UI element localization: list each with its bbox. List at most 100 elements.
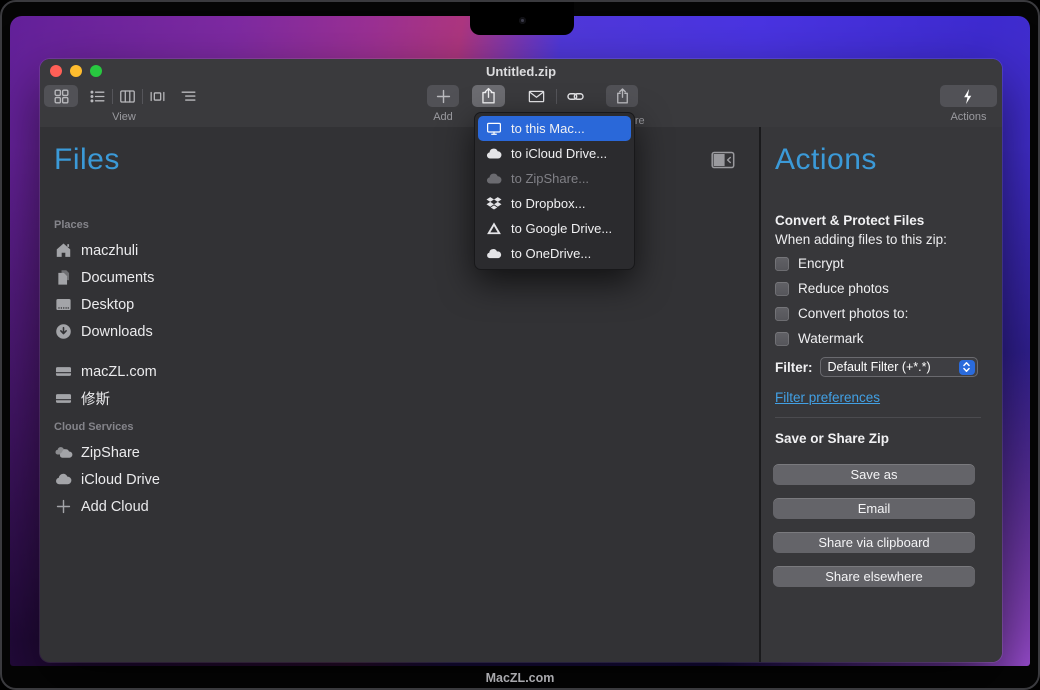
cloud-icon	[485, 170, 503, 188]
stepper-icon	[959, 360, 975, 375]
lightning-icon	[959, 87, 978, 106]
list-view-icon[interactable]	[88, 87, 107, 106]
gallery-view-icon[interactable]	[148, 87, 167, 106]
sidebar-item-desktop[interactable]: Desktop	[54, 291, 160, 318]
zoom-button[interactable]	[90, 65, 102, 77]
filter-preferences-link[interactable]: Filter preferences	[775, 390, 880, 405]
checkbox-row-watermark: Watermark	[775, 326, 991, 351]
checkbox-label: Watermark	[798, 331, 864, 346]
checkbox-reduce-photos[interactable]	[775, 282, 789, 296]
checkbox-watermark[interactable]	[775, 332, 789, 346]
menu-item-to-this-mac[interactable]: to this Mac...	[478, 116, 631, 141]
actions-group-label: Actions	[930, 111, 1002, 123]
sidebar-item-label: macZL.com	[81, 364, 157, 380]
checkbox-encrypt[interactable]	[775, 257, 789, 271]
files-title: Files	[54, 143, 120, 177]
display-notch	[470, 2, 574, 35]
sidebar-item-maczhuli[interactable]: maczhuli	[54, 237, 160, 264]
googledrive-icon	[485, 220, 503, 238]
menu-item-label: to OneDrive...	[511, 246, 591, 261]
sidebar-item-zipshare[interactable]: ZipShare	[54, 439, 160, 466]
filter-row: Filter: Default Filter (+*.*)	[775, 357, 991, 377]
drive-icon	[54, 362, 73, 381]
sidebar-section: Places maczhuli Documents Desktop Downloads	[54, 219, 160, 345]
grid-view-button[interactable]	[44, 85, 78, 107]
convert-subheading: When adding files to this zip:	[775, 230, 991, 249]
sidebar-section-label: Places	[54, 219, 160, 232]
checkbox-label: Encrypt	[798, 256, 844, 271]
menu-item-to-onedrive[interactable]: to OneDrive...	[478, 241, 631, 266]
email-button[interactable]: Email	[773, 498, 975, 519]
checkbox-label: Convert photos to:	[798, 306, 908, 321]
envelope-icon[interactable]	[527, 87, 546, 106]
camera-icon	[519, 17, 526, 24]
bezel-watermark: MacZL.com	[2, 671, 1038, 685]
menu-item-label: to Google Drive...	[511, 221, 612, 236]
sidebar-section: Cloud Services ZipShare iCloud Drive Add Cl…	[54, 421, 160, 520]
actions-button[interactable]	[940, 85, 997, 107]
toolbar-separator	[142, 89, 143, 104]
downloads-icon	[54, 322, 73, 341]
sidebar-item-label: Documents	[81, 270, 154, 286]
sidebar-section: macZL.com 修斯	[54, 358, 160, 412]
actions-flow: Convert & Protect Files When adding file…	[773, 211, 991, 600]
toolbar-separator	[556, 89, 557, 104]
collapse-panel-button[interactable]	[711, 150, 735, 169]
minimize-button[interactable]	[70, 65, 82, 77]
share-elsewhere-button[interactable]: Share elsewhere	[773, 566, 975, 587]
menu-item-to-zipshare[interactable]: to ZipShare...	[478, 166, 631, 191]
drive-icon	[54, 389, 73, 408]
add-group: Add	[427, 85, 459, 123]
dropbox-icon	[485, 195, 503, 213]
filter-label: Filter:	[775, 360, 813, 375]
sidebar-item-修斯[interactable]: 修斯	[54, 385, 160, 412]
share-button[interactable]	[606, 85, 638, 107]
sidebar-item-documents[interactable]: Documents	[54, 264, 160, 291]
checkbox-row-convert-photos-to: Convert photos to:	[775, 301, 991, 326]
checkbox-list: Encrypt Reduce photos Convert photos to: Wa…	[775, 251, 991, 351]
sidebar-item-label: 修斯	[81, 388, 110, 409]
sidebar-item-label: ZipShare	[81, 445, 140, 461]
share-icon	[613, 87, 632, 106]
menu-item-label: to iCloud Drive...	[511, 146, 607, 161]
sidebar-item-label: Downloads	[81, 324, 153, 340]
home-icon	[54, 241, 73, 260]
sidebar-section-label: Cloud Services	[54, 421, 160, 434]
checkbox-convert-photos-to[interactable]	[775, 307, 789, 321]
plus-icon	[434, 87, 453, 106]
desktop-icon	[54, 295, 73, 314]
sidebar-item-label: Desktop	[81, 297, 134, 313]
add-button[interactable]	[427, 85, 459, 107]
plus-icon	[54, 497, 73, 516]
actions-title: Actions	[775, 143, 877, 177]
add-group-label: Add	[427, 111, 459, 123]
checkbox-row-reduce-photos: Reduce photos	[775, 276, 991, 301]
filter-select[interactable]: Default Filter (+*.*)	[820, 357, 978, 377]
files-panel: Files Places maczhuli Documents Desktop Down…	[40, 127, 759, 662]
sidebar-item-maczl-com[interactable]: macZL.com	[54, 358, 160, 385]
sidebar-item-label: Add Cloud	[81, 499, 149, 515]
link-icon[interactable]	[566, 87, 585, 106]
outline-view-icon[interactable]	[179, 87, 198, 106]
export-icon	[479, 87, 498, 106]
checkbox-label: Reduce photos	[798, 281, 889, 296]
columns-view-icon[interactable]	[118, 87, 137, 106]
menu-item-to-icloud-drive[interactable]: to iCloud Drive...	[478, 141, 631, 166]
actions-panel: Actions Convert & Protect Files When add…	[761, 127, 1002, 662]
menu-item-label: to Dropbox...	[511, 196, 585, 211]
window-title: Untitled.zip	[40, 64, 1002, 79]
documents-icon	[54, 268, 73, 287]
sidebar-item-downloads[interactable]: Downloads	[54, 318, 160, 345]
share-via-clipboard-button[interactable]: Share via clipboard	[773, 532, 975, 553]
menu-item-label: to this Mac...	[511, 121, 585, 136]
macbook-screen: MacZL.com Untitled.zip Vie	[0, 0, 1040, 690]
save-as-button[interactable]: Save as	[773, 464, 975, 485]
save-button[interactable]	[472, 85, 505, 107]
menu-item-to-dropbox[interactable]: to Dropbox...	[478, 191, 631, 216]
sidebar-item-icloud-drive[interactable]: iCloud Drive	[54, 466, 160, 493]
filter-select-value: Default Filter (+*.*)	[828, 360, 931, 374]
sidebar-item-add-cloud[interactable]: Add Cloud	[54, 493, 160, 520]
traffic-lights	[50, 65, 102, 77]
close-button[interactable]	[50, 65, 62, 77]
menu-item-to-google-drive[interactable]: to Google Drive...	[478, 216, 631, 241]
